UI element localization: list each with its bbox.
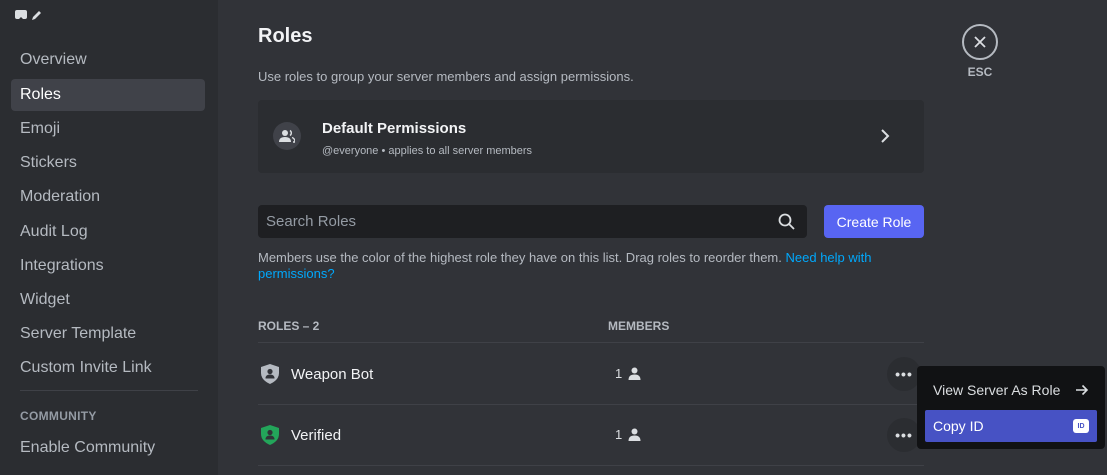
menu-item-copy-id[interactable]: Copy ID ID: [925, 410, 1097, 442]
help-text-body: Members use the color of the highest rol…: [258, 250, 782, 265]
person-icon: [628, 367, 641, 380]
settings-sidebar: Overview Roles Emoji Stickers Moderation…: [0, 0, 218, 475]
close-settings[interactable]: ESC: [962, 24, 998, 79]
search-roles: [258, 205, 807, 238]
role-name: Verified: [291, 427, 342, 444]
more-options-button[interactable]: •••: [887, 418, 921, 452]
close-icon: [974, 36, 986, 48]
help-text: Members use the color of the highest rol…: [258, 250, 918, 282]
sidebar-item-moderation[interactable]: Moderation: [11, 181, 205, 213]
role-row-weapon-bot[interactable]: Weapon Bot 1 •••: [258, 344, 924, 402]
sidebar-item-integrations[interactable]: Integrations: [11, 250, 205, 282]
arrow-right-icon: [1076, 384, 1089, 396]
sidebar-item-enable-community[interactable]: Enable Community: [11, 432, 205, 464]
chevron-right-icon: [881, 129, 890, 143]
sidebar-item-roles[interactable]: Roles: [11, 79, 205, 111]
server-icons: [14, 7, 42, 23]
role-name: Weapon Bot: [291, 366, 374, 383]
sidebar-item-emoji[interactable]: Emoji: [11, 113, 205, 145]
sidebar-item-stickers[interactable]: Stickers: [11, 147, 205, 179]
row-divider: [258, 342, 924, 343]
esc-label: ESC: [967, 65, 993, 79]
search-icon[interactable]: [778, 213, 795, 230]
row-divider: [258, 465, 924, 466]
default-permissions-title: Default Permissions: [322, 120, 467, 137]
sidebar-item-widget[interactable]: Widget: [11, 284, 205, 316]
role-row-verified[interactable]: Verified 1 •••: [258, 405, 924, 463]
pencil-icon: [32, 10, 41, 20]
sidebar-item-audit-log[interactable]: Audit Log: [11, 216, 205, 248]
search-input[interactable]: [258, 205, 768, 238]
sidebar-item-custom-invite-link[interactable]: Custom Invite Link: [11, 352, 205, 384]
shield-icon: [261, 364, 279, 384]
page-description: Use roles to group your server members a…: [258, 69, 634, 84]
default-permissions-card[interactable]: Default Permissions @everyone • applies …: [258, 100, 924, 173]
sidebar-item-overview[interactable]: Overview: [11, 44, 205, 76]
role-member-count[interactable]: 1: [615, 366, 641, 381]
members-icon: [279, 129, 295, 143]
shield-icon: [261, 425, 279, 445]
default-permissions-subtitle: @everyone • applies to all server member…: [322, 145, 533, 157]
column-header-members: MEMBERS: [608, 319, 670, 333]
role-context-menu: View Server As Role Copy ID ID: [917, 366, 1105, 449]
role-member-count[interactable]: 1: [615, 427, 641, 442]
close-button[interactable]: [962, 24, 998, 60]
create-role-button[interactable]: Create Role: [824, 205, 924, 238]
sidebar-divider: [20, 390, 198, 391]
sidebar-item-server-template[interactable]: Server Template: [11, 318, 205, 350]
more-options-button[interactable]: •••: [887, 357, 921, 391]
page-title: Roles: [258, 25, 313, 47]
vr-headset-icon: [15, 10, 27, 19]
column-header-roles: ROLES – 2: [258, 319, 320, 333]
person-icon: [628, 428, 641, 441]
menu-item-view-server-as-role[interactable]: View Server As Role: [925, 374, 1097, 406]
id-badge-icon: ID: [1073, 419, 1089, 433]
sidebar-header-community: COMMUNITY: [20, 409, 97, 423]
default-permissions-avatar: [273, 122, 301, 150]
